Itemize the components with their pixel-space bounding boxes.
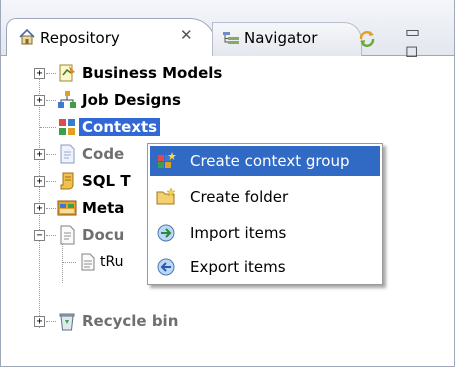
import-icon [157, 224, 175, 242]
expand-icon[interactable]: + [34, 68, 45, 79]
business-models-icon [59, 64, 75, 82]
close-icon[interactable]: ✕ [180, 26, 193, 44]
expand-icon[interactable]: + [34, 176, 45, 187]
folder-icon [156, 187, 176, 205]
tree-item-label: Meta [82, 199, 125, 217]
documentation-icon [60, 225, 75, 245]
tree-item-label: Recycle bin [82, 312, 179, 330]
expand-icon[interactable]: + [34, 95, 45, 106]
tree-item-label: Docu [82, 226, 125, 244]
tree-item-job-designs[interactable]: + Job Designs [0, 89, 455, 113]
tree-item-label: Business Models [82, 64, 223, 82]
sync-icon[interactable] [356, 27, 378, 49]
collapse-icon[interactable]: − [34, 230, 45, 241]
navigator-icon [223, 32, 239, 44]
menu-item-label: Create context group [190, 152, 350, 170]
tree-item-label: tRu [100, 254, 124, 270]
tree-item-label: SQL T [82, 172, 131, 190]
tree-item-label: Code [82, 145, 125, 163]
job-designs-icon [58, 91, 76, 108]
tree-item-recycle-bin[interactable]: + Recycle bin [0, 310, 455, 334]
menu-item-import-items[interactable]: Import items [150, 218, 380, 248]
view-tab-bar: Repository ✕ Navigator ▭ ◻ [0, 0, 455, 60]
menu-item-export-items[interactable]: Export items [150, 252, 380, 282]
expand-icon[interactable]: + [34, 149, 45, 160]
tree-item-contexts[interactable]: Contexts [0, 116, 455, 140]
menu-item-label: Import items [190, 224, 287, 242]
document-icon [81, 253, 95, 271]
tree-item-label: Job Designs [82, 91, 181, 109]
context-group-icon [158, 152, 176, 168]
context-menu: Create context group Create folder Impor… [147, 143, 383, 285]
code-icon [60, 144, 75, 164]
tree-item-label: Contexts [79, 118, 161, 136]
window-controls[interactable]: ▭ ◻ [405, 22, 455, 60]
menu-item-create-context-group[interactable]: Create context group [150, 146, 380, 176]
home-icon [19, 28, 35, 45]
tab-navigator-label: Navigator [244, 29, 318, 47]
tree-item-business-models[interactable]: + Business Models [0, 62, 455, 86]
tab-repository-label: Repository [40, 29, 120, 47]
recycle-bin-icon [59, 313, 75, 331]
expand-icon[interactable]: + [34, 316, 45, 327]
menu-item-label: Export items [190, 258, 286, 276]
menu-item-create-folder[interactable]: Create folder [150, 182, 380, 212]
sql-templates-icon [60, 172, 74, 190]
contexts-icon [59, 119, 75, 135]
metadata-icon [57, 200, 77, 216]
export-icon [157, 258, 175, 276]
expand-icon[interactable]: + [34, 203, 45, 214]
menu-item-label: Create folder [190, 188, 289, 206]
